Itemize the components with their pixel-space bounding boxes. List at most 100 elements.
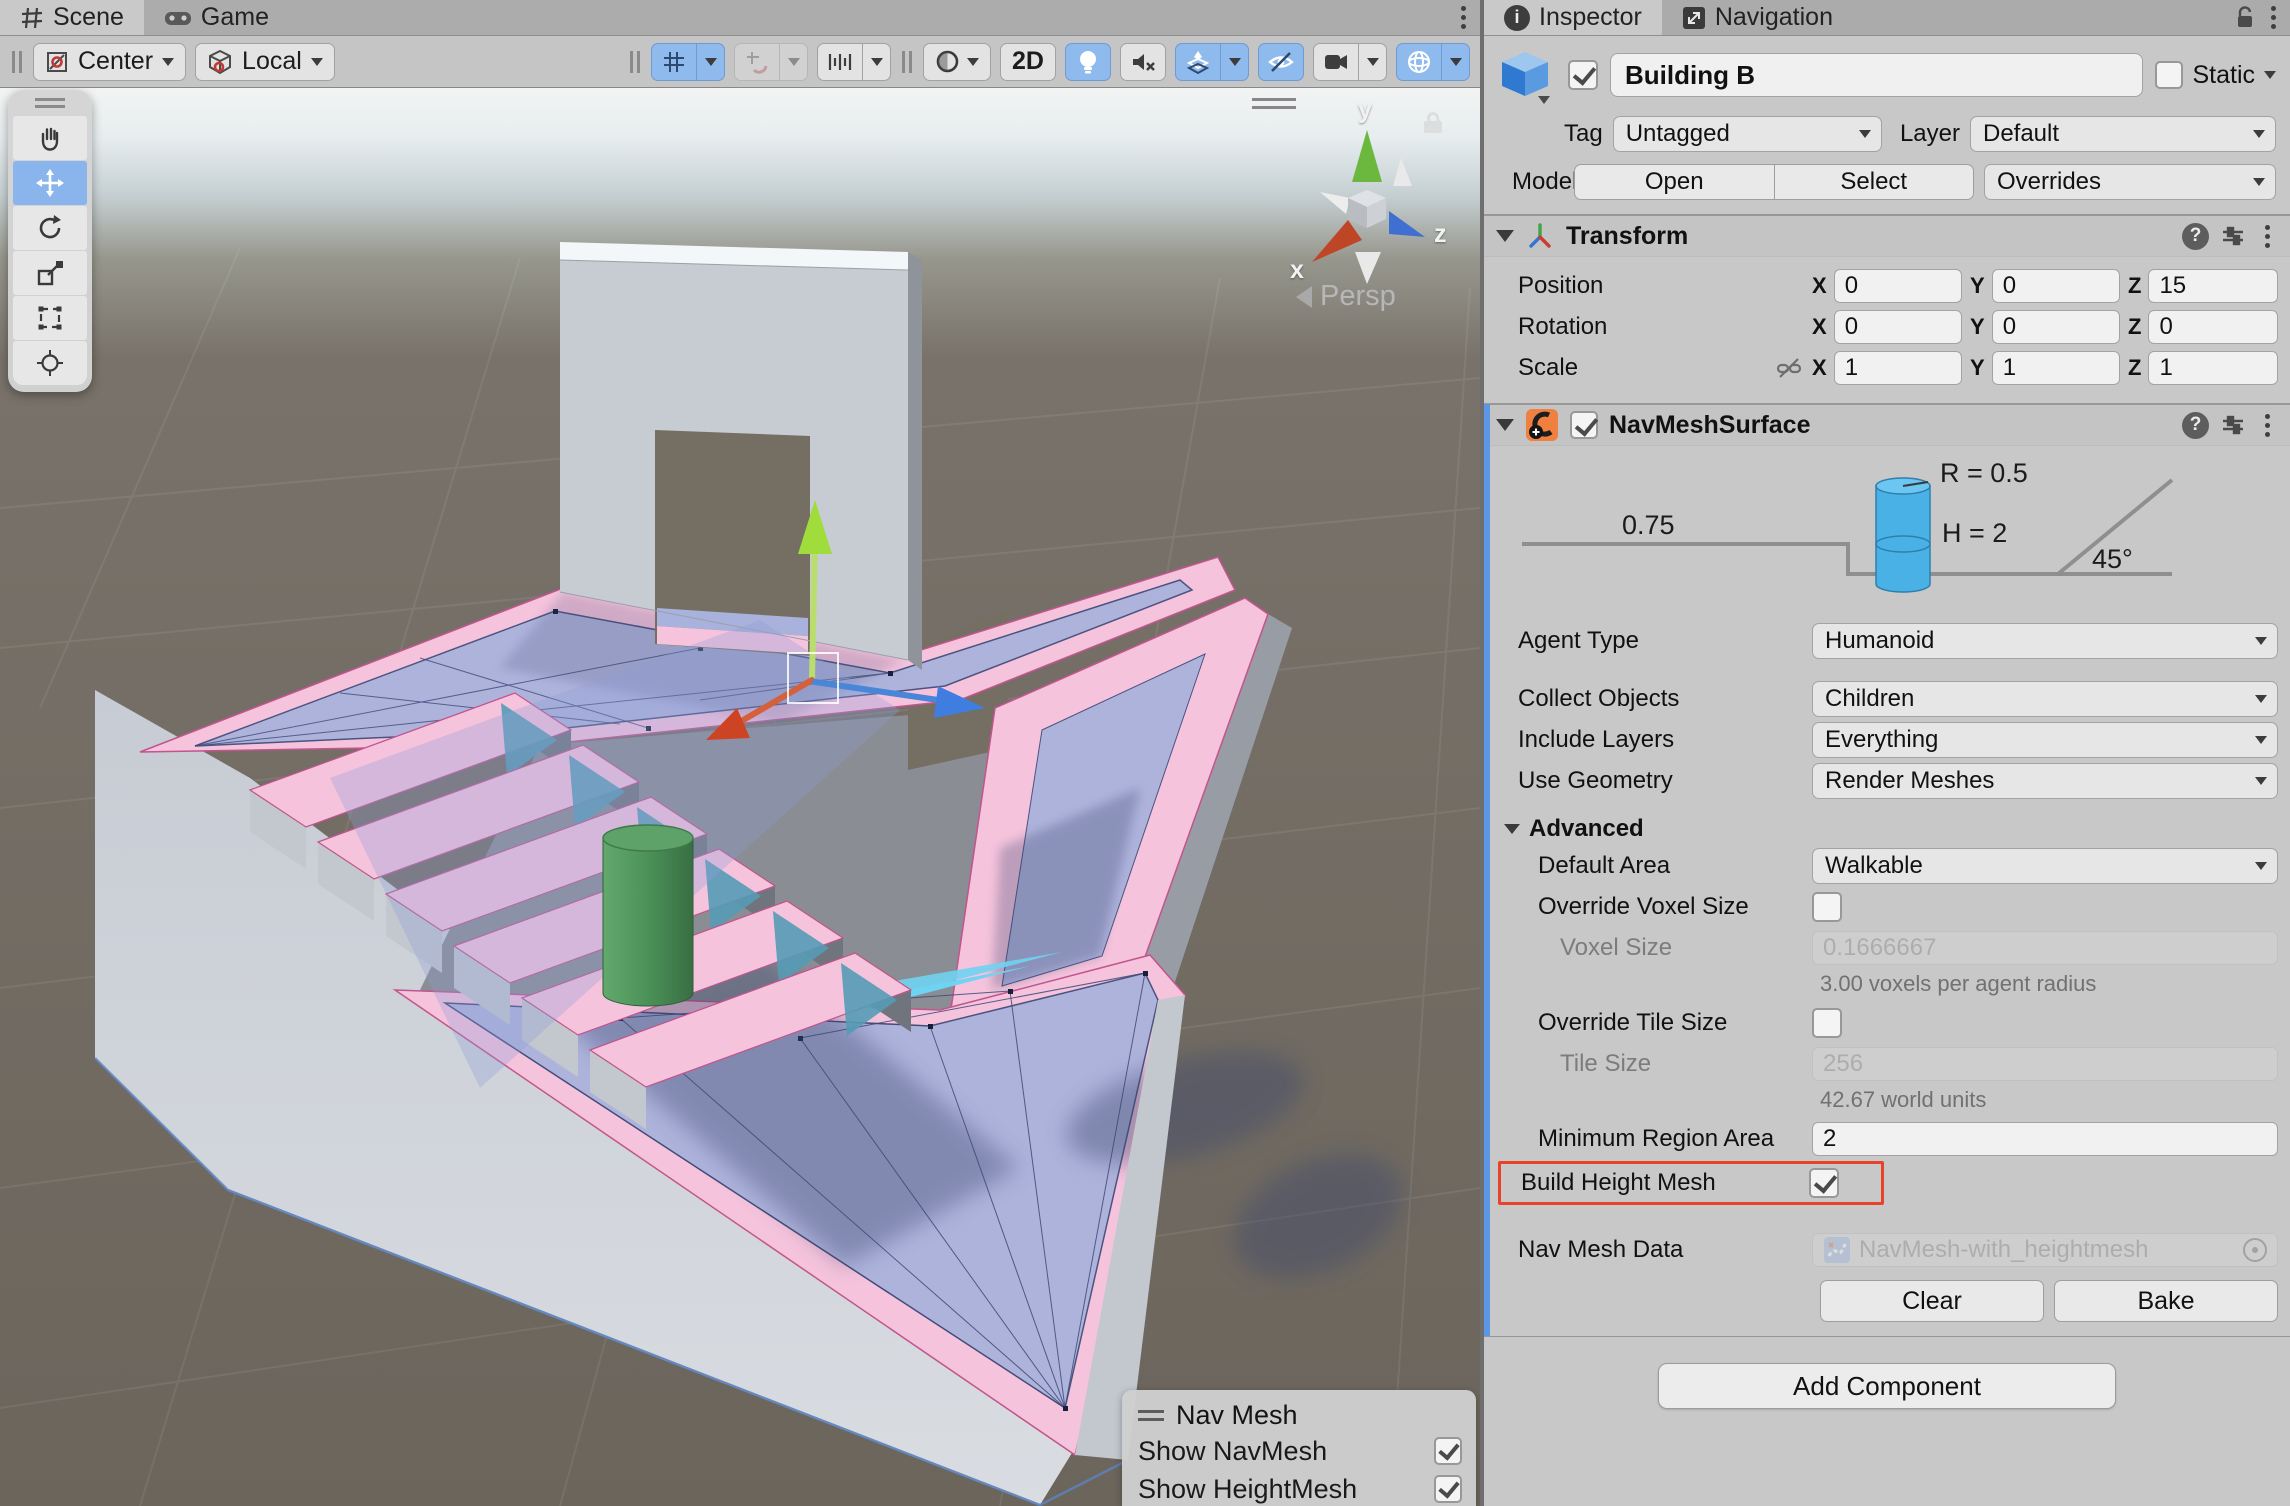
transform-menu-icon[interactable] [2257, 221, 2278, 252]
navmesh-asset-icon [1823, 1236, 1851, 1264]
rotation-y-field[interactable]: 0 [1992, 310, 2120, 344]
rotate-tool-button[interactable] [13, 206, 87, 250]
inspector-menu-icon[interactable] [2263, 2, 2284, 33]
lightbulb-icon [1077, 49, 1099, 75]
grid-options-dropdown[interactable] [697, 43, 725, 81]
tag-dropdown[interactable]: Untagged [1613, 116, 1882, 152]
measure-button[interactable] [817, 43, 863, 81]
gameobject-name-field[interactable]: Building B [1610, 53, 2143, 97]
nav-mesh-data-field[interactable]: NavMesh-with_heightmesh [1812, 1233, 2278, 1267]
tool-palette-handle[interactable] [13, 98, 87, 108]
navmeshsurface-header[interactable]: NavMeshSurface ? [1484, 404, 2290, 446]
tab-scene[interactable]: Scene [0, 0, 144, 35]
scene-render [0, 88, 1480, 1506]
bake-button[interactable]: Bake [2054, 1280, 2278, 1322]
foldout-icon[interactable] [1496, 419, 1514, 431]
lighting-toggle-button[interactable] [1065, 43, 1111, 81]
draw-mode-button[interactable] [923, 43, 991, 81]
scene-menu-icon[interactable] [1453, 2, 1474, 33]
camera-options-dropdown[interactable] [1359, 43, 1387, 81]
static-dropdown-icon[interactable] [2264, 71, 2276, 79]
gizmos-button[interactable] [1396, 43, 1442, 81]
audio-toggle-button[interactable] [1120, 43, 1166, 81]
move-tool-button[interactable] [13, 161, 87, 205]
scene-visibility-button[interactable] [1258, 43, 1304, 81]
scale-z-field[interactable]: 1 [2148, 351, 2278, 385]
position-z-field[interactable]: 15 [2148, 269, 2278, 303]
override-voxel-size-checkbox[interactable] [1812, 892, 1842, 922]
navmeshsurface-title: NavMeshSurface [1609, 411, 1810, 440]
agent-type-dropdown[interactable]: Humanoid [1812, 623, 2278, 659]
model-open-button[interactable]: Open [1574, 164, 1775, 200]
camera-button[interactable] [1313, 43, 1359, 81]
grid-visibility-button[interactable] [651, 43, 697, 81]
pivot-icon [45, 50, 69, 74]
tab-navigation[interactable]: Navigation [1662, 0, 1853, 35]
tab-game[interactable]: Game [144, 0, 289, 35]
rotation-z-field[interactable]: 0 [2148, 310, 2278, 344]
toolbar-drag-handle[interactable] [628, 51, 642, 73]
presets-icon[interactable] [2220, 412, 2246, 438]
add-component-button[interactable]: Add Component [1658, 1363, 2116, 1409]
show-navmesh-checkbox[interactable] [1434, 1437, 1462, 1465]
effects-button[interactable] [1175, 43, 1221, 81]
build-height-mesh-checkbox[interactable] [1809, 1168, 1839, 1198]
help-icon[interactable]: ? [2182, 412, 2209, 439]
projection-mode[interactable]: Persp [1296, 280, 1396, 313]
transform-tool-button[interactable] [13, 341, 87, 385]
rect-tool-button[interactable] [13, 296, 87, 340]
chevron-down-icon [162, 58, 174, 66]
help-icon[interactable]: ? [2182, 223, 2209, 250]
viewport-overlay-handle[interactable] [1252, 98, 1296, 109]
minimum-region-area-field[interactable]: 2 [1812, 1122, 2278, 1156]
presets-icon[interactable] [2220, 223, 2246, 249]
position-y-field[interactable]: 0 [1992, 269, 2120, 303]
axis-y-label[interactable]: y [1358, 96, 1372, 125]
snap-button[interactable] [734, 43, 780, 81]
hand-tool-button[interactable] [13, 116, 87, 160]
foldout-icon[interactable] [1496, 230, 1514, 242]
model-select-button[interactable]: Select [1775, 164, 1975, 200]
toolbar-drag-handle[interactable] [10, 51, 24, 73]
static-checkbox[interactable] [2155, 61, 2183, 89]
clear-button[interactable]: Clear [1820, 1280, 2044, 1322]
navmeshsurface-enabled-checkbox[interactable] [1570, 411, 1598, 439]
scale-y-field[interactable]: 1 [1992, 351, 2120, 385]
snap-options-dropdown[interactable] [780, 43, 808, 81]
tab-inspector[interactable]: i Inspector [1484, 0, 1662, 35]
rotation-lock-icon[interactable] [1424, 112, 1444, 134]
position-x-field[interactable]: 0 [1834, 269, 1962, 303]
default-area-dropdown[interactable]: Walkable [1812, 848, 2278, 884]
object-picker-icon[interactable] [2243, 1238, 2267, 1262]
collect-objects-dropdown[interactable]: Children [1812, 681, 2278, 717]
unlinked-scale-icon[interactable] [1776, 356, 1802, 380]
axis-z-label[interactable]: z [1434, 220, 1447, 249]
scene-viewport[interactable]: y x z Persp Nav Mesh Show NavMesh [0, 88, 1480, 1506]
show-navmesh-label: Show NavMesh [1138, 1436, 1327, 1467]
chevron-down-icon [1859, 130, 1871, 138]
scale-x-field[interactable]: 1 [1834, 351, 1962, 385]
rotation-x-field[interactable]: 0 [1834, 310, 1962, 344]
agent-type-row: Agent Type Humanoid [1518, 623, 2278, 659]
rotation-mode-button[interactable]: Local [195, 43, 335, 81]
overrides-dropdown[interactable]: Overrides [1984, 164, 2276, 200]
gizmos-options-dropdown[interactable] [1442, 43, 1470, 81]
unlock-icon[interactable] [2235, 6, 2255, 30]
transform-header[interactable]: Transform ? [1484, 215, 2290, 257]
override-tile-size-checkbox[interactable] [1812, 1008, 1842, 1038]
scale-tool-button[interactable] [13, 251, 87, 295]
navmeshsurface-menu-icon[interactable] [2257, 410, 2278, 441]
gameobject-enabled-checkbox[interactable] [1568, 60, 1598, 90]
include-layers-dropdown[interactable]: Everything [1812, 722, 2278, 758]
measure-options-dropdown[interactable] [863, 43, 891, 81]
effects-options-dropdown[interactable] [1221, 43, 1249, 81]
show-heightmesh-checkbox[interactable] [1434, 1475, 1462, 1503]
legend-drag-handle[interactable] [1138, 1410, 1164, 1421]
inspector-panel: i Inspector Navigation [1480, 0, 2290, 1506]
advanced-foldout[interactable]: Advanced [1504, 815, 2278, 843]
layer-dropdown[interactable]: Default [1970, 116, 2276, 152]
2d-toggle-button[interactable]: 2D [1000, 43, 1056, 81]
chevron-down-icon [2255, 637, 2267, 645]
pivot-mode-button[interactable]: Center [33, 43, 186, 81]
use-geometry-dropdown[interactable]: Render Meshes [1812, 763, 2278, 799]
